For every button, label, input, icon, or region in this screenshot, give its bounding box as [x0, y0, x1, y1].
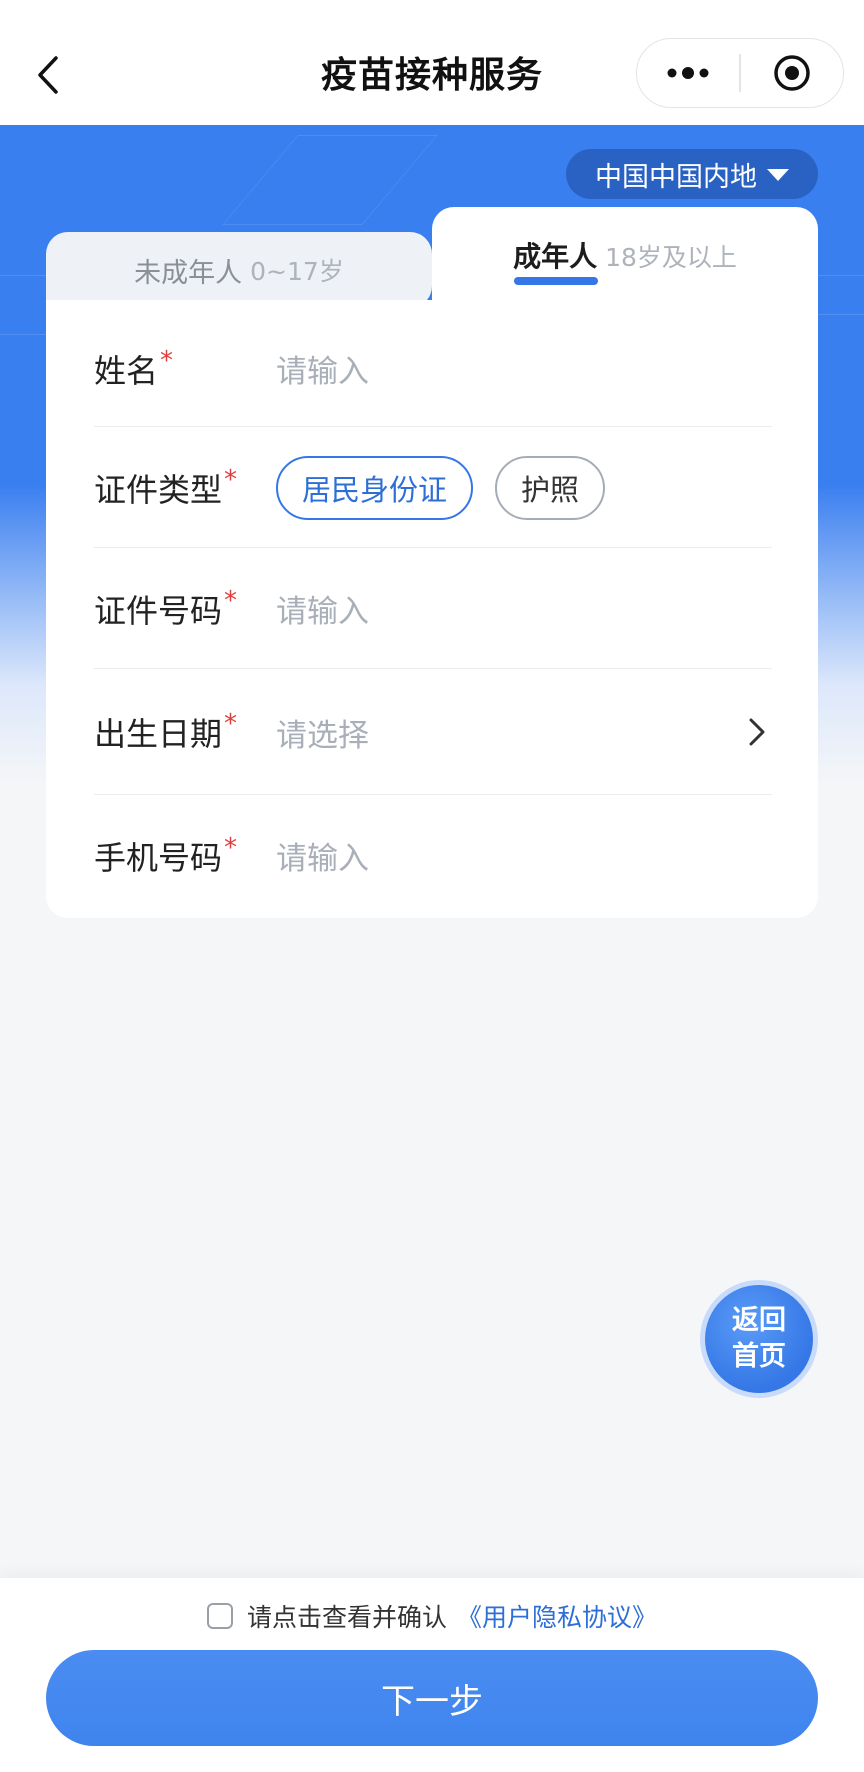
tab-minor[interactable]: 未成年人 0~17岁	[46, 232, 432, 308]
region-selector[interactable]: 中国中国内地	[566, 149, 818, 199]
field-label: 证件号码*	[94, 585, 238, 630]
field-label: 手机号码*	[94, 832, 238, 877]
tab-content: 成年人 18岁及以上	[432, 235, 818, 275]
page: 疫苗接种服务 中国中国内地 未成年人 0~17岁 成年人 18岁及以上 姓名* …	[0, 0, 864, 1772]
id-number-input[interactable]: 请输入	[276, 586, 772, 631]
phone-field-row: 手机号码* 请输入	[94, 795, 772, 916]
target-circle-icon	[774, 55, 810, 91]
next-step-button[interactable]: 下一步	[46, 1650, 818, 1746]
nav-bar: 疫苗接种服务	[0, 0, 864, 125]
birth-date-picker[interactable]: 请选择	[276, 710, 748, 755]
required-mark: *	[224, 832, 238, 863]
caret-down-icon	[767, 169, 789, 181]
id-number-field-row: 证件号码* 请输入	[94, 548, 772, 669]
mini-program-capsule	[636, 38, 844, 108]
active-tab-indicator	[514, 277, 598, 285]
field-label: 出生日期*	[94, 709, 238, 753]
tab-label: 成年人	[513, 240, 598, 273]
name-field-row: 姓名* 请输入	[94, 310, 772, 427]
phone-input[interactable]: 请输入	[276, 833, 772, 878]
id-type-options: 居民身份证 护照	[276, 455, 606, 520]
birth-date-field-row[interactable]: 出生日期* 请选择	[94, 669, 772, 795]
required-mark: *	[224, 709, 238, 739]
region-label: 中国中国内地	[595, 161, 757, 193]
more-button[interactable]	[637, 39, 739, 107]
id-type-option-resident-id[interactable]: 居民身份证	[276, 455, 474, 520]
chevron-right-icon	[749, 718, 765, 746]
bottom-bar: 请点击查看并确认 《用户隐私协议》 下一步	[0, 1578, 864, 1772]
back-home-button[interactable]: 返回首页	[700, 1280, 818, 1398]
required-mark: *	[224, 585, 238, 616]
form-card: 姓名* 请输入 证件类型* 居民身份证 护照 证件号码* 请输入 出生日期* 请…	[46, 300, 818, 918]
tab-label: 未成年人	[134, 257, 243, 289]
agreement-text: 请点击查看并确认	[246, 1603, 447, 1632]
agreement-row: 请点击查看并确认 《用户隐私协议》	[0, 1598, 864, 1634]
id-type-field-row: 证件类型* 居民身份证 护照	[94, 427, 772, 548]
back-home-label: 返回首页	[705, 1285, 813, 1393]
decoration	[222, 135, 438, 225]
close-mini-program-button[interactable]	[741, 39, 843, 107]
tab-adult[interactable]: 成年人 18岁及以上	[432, 207, 818, 317]
privacy-agreement-link[interactable]: 《用户隐私协议》	[457, 1598, 657, 1634]
field-label: 姓名*	[94, 345, 174, 390]
name-input[interactable]: 请输入	[276, 346, 772, 391]
id-type-option-passport[interactable]: 护照	[495, 455, 606, 520]
more-dots-icon	[667, 67, 709, 79]
tab-sub-label: 0~17岁	[250, 257, 344, 286]
required-mark: *	[224, 464, 238, 495]
required-mark: *	[160, 345, 174, 376]
field-label: 证件类型*	[94, 464, 238, 509]
agreement-checkbox[interactable]	[206, 1603, 233, 1629]
tab-sub-label: 18岁及以上	[605, 243, 737, 272]
